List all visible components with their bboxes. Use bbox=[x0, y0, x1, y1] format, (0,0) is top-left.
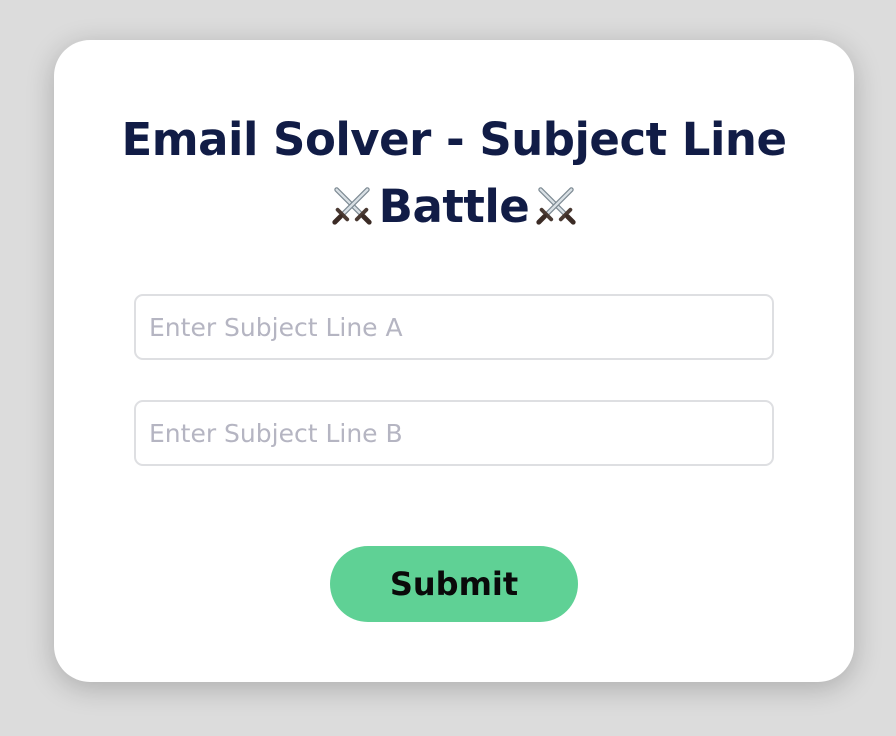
submit-button[interactable]: Submit bbox=[330, 546, 578, 622]
page-title: Email Solver - Subject Line Battle bbox=[54, 106, 854, 240]
title-line-1: Email Solver - Subject Line bbox=[121, 113, 787, 166]
subject-line-a-input[interactable] bbox=[134, 294, 774, 360]
subject-line-b-input[interactable] bbox=[134, 400, 774, 466]
title-line-2: Battle bbox=[54, 173, 854, 240]
form-card: Email Solver - Subject Line Battle Enter… bbox=[54, 40, 854, 682]
title-battle-text: Battle bbox=[378, 180, 530, 233]
crossed-swords-icon bbox=[332, 187, 372, 225]
crossed-swords-icon bbox=[536, 187, 576, 225]
